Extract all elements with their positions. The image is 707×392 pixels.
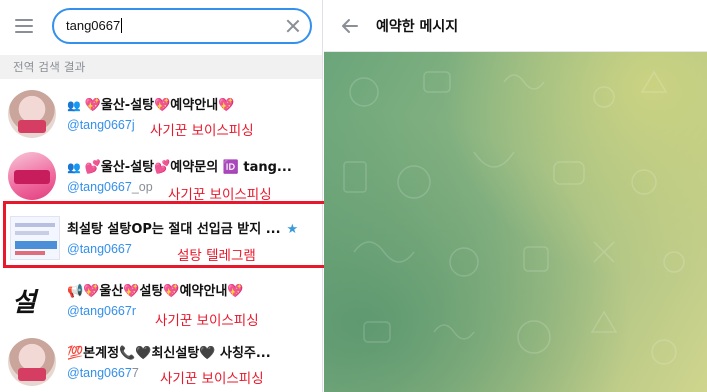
group-icon: 👥 bbox=[67, 99, 81, 112]
search-result-row[interactable]: 설탕 📢💖울산💖설탕💖예약안내💖 @tang0667r 사기꾼 보이스피싱 bbox=[0, 270, 322, 332]
search-result-row[interactable]: 👥 💕울산-설탕💕예약문의 🆔 tang... @tang0667_op 사기꾼 … bbox=[0, 146, 322, 208]
text-caret bbox=[121, 18, 123, 33]
annotation-label: 사기꾼 보이스피싱 bbox=[160, 371, 264, 387]
search-result-row[interactable]: 👥 💖울산-설탕💖예약안내💖 @tang0667j 사기꾼 보이스피싱 bbox=[0, 84, 322, 146]
chat-background bbox=[324, 52, 707, 392]
annotation-label: 사기꾼 보이스피싱 bbox=[168, 187, 272, 203]
group-icon: 👥 bbox=[67, 161, 81, 174]
annotation-label: 사기꾼 보이스피싱 bbox=[150, 123, 254, 139]
avatar bbox=[8, 90, 56, 138]
avatar bbox=[8, 152, 56, 200]
chat-header: 예약한 메시지 bbox=[324, 0, 707, 52]
result-title: 👥 💖울산-설탕💖예약안내💖 bbox=[67, 98, 235, 113]
section-header: 전역 검색 결과 bbox=[0, 55, 322, 79]
search-result-row[interactable]: 💯본계정📞🖤최신설탕🖤 사칭주... @tang06677 사기꾼 보이스피싱 bbox=[0, 332, 322, 392]
menu-icon[interactable] bbox=[13, 16, 35, 36]
result-title: 👥 💕울산-설탕💕예약문의 🆔 tang... bbox=[67, 160, 292, 175]
result-handle: @tang0667r bbox=[67, 304, 136, 318]
chat-panel: 예약한 메시지 bbox=[324, 0, 707, 392]
annotation-label: 사기꾼 보이스피싱 bbox=[155, 313, 259, 329]
close-icon[interactable] bbox=[284, 17, 302, 35]
search-bar: tang0667 bbox=[0, 0, 322, 52]
chat-title: 예약한 메시지 bbox=[376, 19, 459, 35]
result-title: 💯본계정📞🖤최신설탕🖤 사칭주... bbox=[67, 346, 271, 361]
wallpaper-pattern bbox=[343, 70, 685, 365]
avatar: 설탕 bbox=[8, 276, 56, 324]
search-input[interactable]: tang0667 bbox=[52, 8, 312, 44]
result-handle: @tang06677 bbox=[67, 366, 139, 380]
result-handle: @tang0667j bbox=[67, 118, 135, 132]
search-query: tang0667 bbox=[66, 18, 121, 33]
chat-list-panel: tang0667 전역 검색 결과 👥 💖울산-설탕💖예약안내💖 @tang066… bbox=[0, 0, 323, 392]
result-title: 📢💖울산💖설탕💖예약안내💖 bbox=[67, 284, 244, 299]
avatar bbox=[8, 338, 56, 386]
arrow-left-icon[interactable] bbox=[340, 16, 360, 36]
result-handle: @tang0667_op bbox=[67, 180, 153, 194]
